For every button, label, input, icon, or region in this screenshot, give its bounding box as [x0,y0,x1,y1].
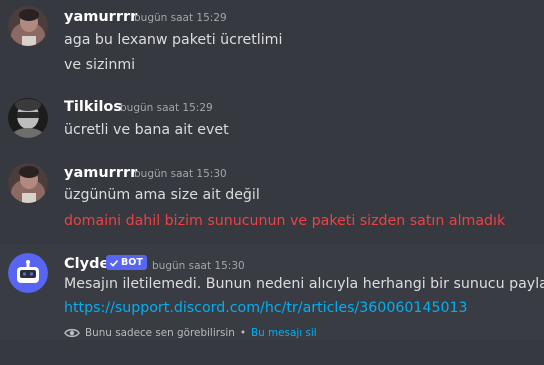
message-timestamp: bugün saat 15:30 [134,168,227,180]
avatar[interactable] [8,98,48,138]
message-text: aga bu lexanw paketi ücretlimi [64,32,283,48]
message-text: üzgünüm ama size ait değil [64,187,260,203]
eye-icon [64,328,80,338]
message-timestamp: bugün saat 15:30 [152,260,245,272]
message-timestamp: bugün saat 15:29 [120,102,213,114]
ephemeral-label: Bunu sadece sen görebilirsin [85,327,235,339]
author-name[interactable]: Tilkilos [64,99,122,115]
bot-badge: BOT [106,255,147,270]
message-text: ve sizinmi [64,57,136,73]
ephemeral-notice: Bunu sadece sen görebilirsin • Bu mesajı… [64,327,317,339]
avatar[interactable] [8,163,48,203]
dismiss-message-link[interactable]: Bu mesajı sil [251,327,317,339]
message-text-error: domaini dahil bizim sunucunun ve paketi … [64,213,506,229]
message-text: ücretli ve bana ait evet [64,122,229,138]
clyde-avatar[interactable] [8,253,48,293]
message-timestamp: bugün saat 15:29 [134,12,227,24]
separator-dot: • [239,327,247,339]
author-name[interactable]: Clyde [64,256,109,272]
message-text: Mesajın iletilemedi. Bunun nedeni alıcıy… [64,276,544,292]
bot-badge-label: BOT [121,257,143,268]
avatar[interactable] [8,6,48,46]
author-name[interactable]: yamurrrr [64,9,137,25]
chat-log: yamurrrr bugün saat 15:29 aga bu lexanw … [0,0,544,365]
verified-check-icon [109,259,119,267]
support-link[interactable]: https://support.discord.com/hc/tr/articl… [64,300,468,316]
author-name[interactable]: yamurrrr [64,165,137,181]
